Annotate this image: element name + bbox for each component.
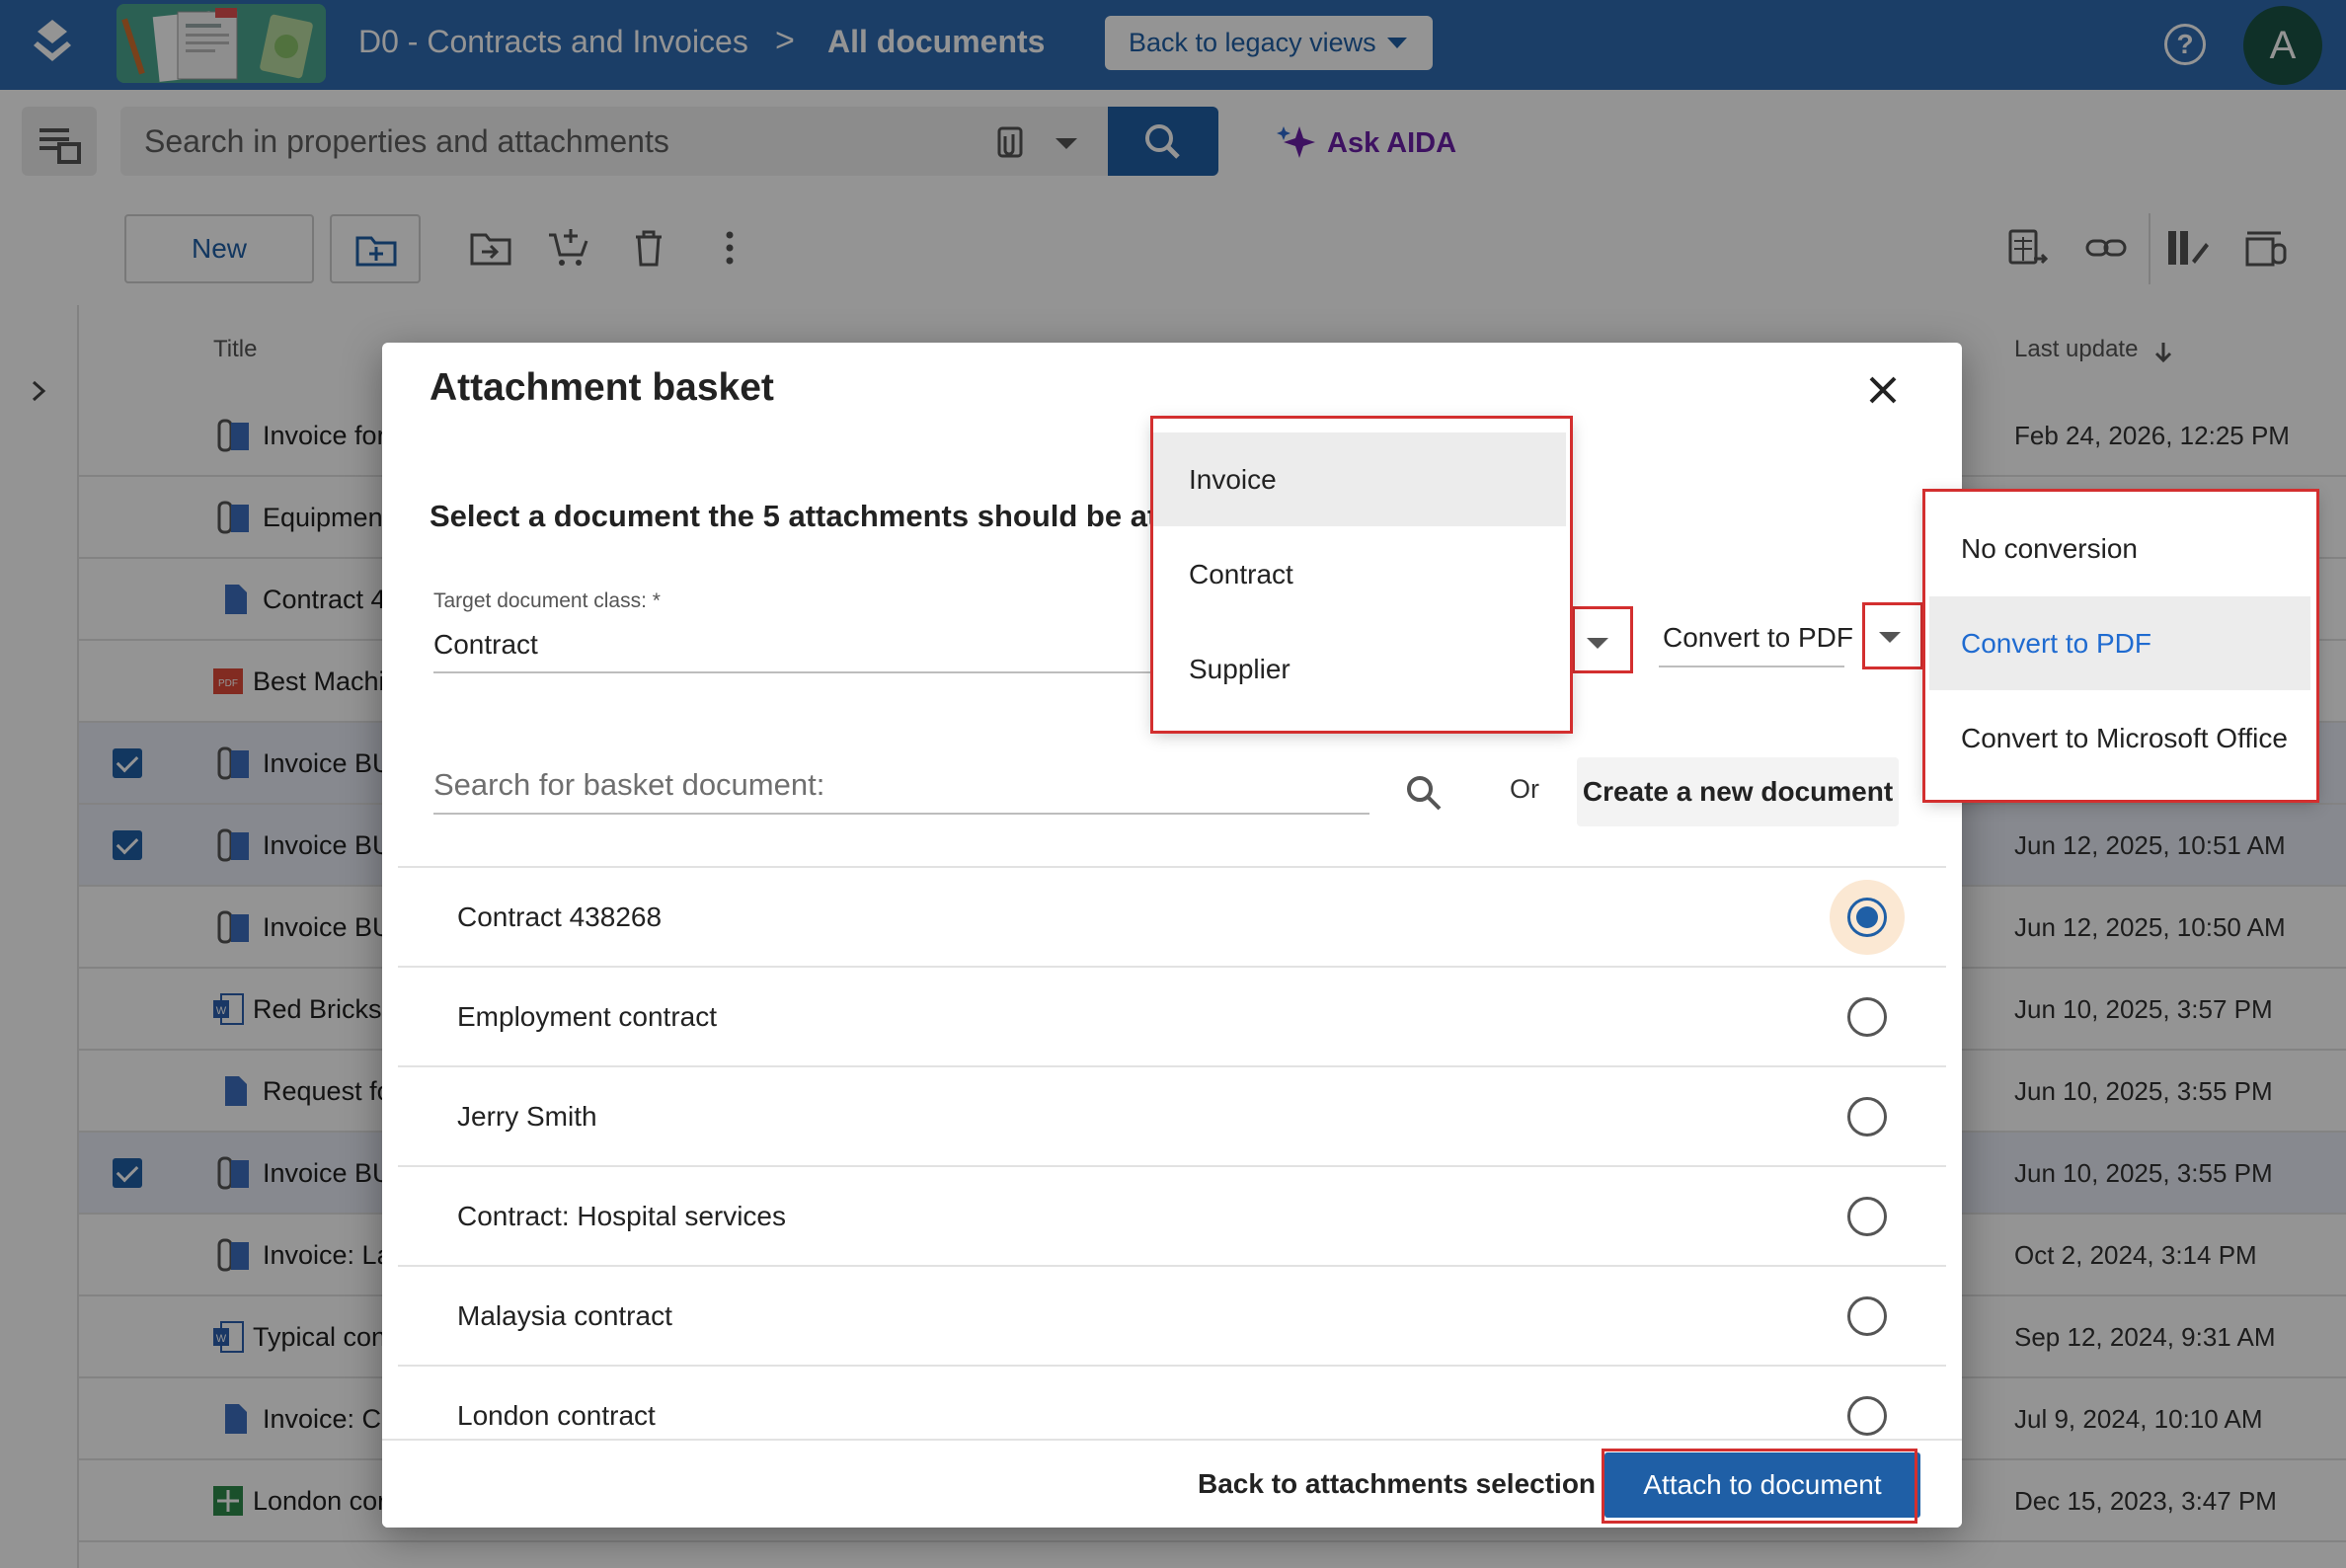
conversion-select[interactable]: Convert to PDF	[1663, 622, 1853, 654]
basket-document-name: London contract	[457, 1400, 656, 1431]
conversion-underline	[1659, 666, 1844, 667]
back-to-attachments-selection-button[interactable]: Back to attachments selection	[1198, 1468, 1596, 1500]
basket-document-item[interactable]: Malaysia contract	[398, 1265, 1946, 1365]
target-class-label: Target document class: *	[433, 589, 661, 612]
radio-button[interactable]	[1847, 1296, 1887, 1336]
or-label: Or	[1510, 774, 1539, 804]
dialog-prompt: Select a document the 5 attachments shou…	[430, 499, 1168, 533]
close-icon[interactable]	[1863, 370, 1903, 410]
target-class-select[interactable]: Contract	[433, 629, 538, 661]
radio-button[interactable]	[1847, 1396, 1887, 1436]
target-class-underline	[433, 671, 1184, 673]
basket-document-item[interactable]: Contract 438268	[398, 866, 1946, 966]
radio-button[interactable]	[1847, 997, 1887, 1037]
basket-search-input[interactable]: Search for basket document:	[433, 767, 824, 803]
basket-document-name: Contract 438268	[457, 902, 663, 932]
basket-document-item[interactable]: Contract: Hospital services	[398, 1165, 1946, 1265]
caret-down-icon[interactable]	[1587, 638, 1608, 649]
create-new-document-button[interactable]: Create a new document	[1577, 757, 1899, 826]
search-icon[interactable]	[1402, 771, 1446, 815]
radio-button[interactable]	[1847, 1097, 1887, 1137]
radio-button[interactable]	[1847, 1197, 1887, 1236]
caret-down-icon[interactable]	[1879, 632, 1901, 643]
basket-document-list: Contract 438268 Employment contract Jerry …	[398, 866, 1946, 1464]
basket-document-name: Employment contract	[457, 1001, 717, 1032]
class-menu-highlight	[1150, 416, 1573, 734]
basket-document-name: Malaysia contract	[457, 1300, 672, 1331]
basket-document-item[interactable]: Jerry Smith	[398, 1065, 1946, 1165]
radio-button[interactable]	[1847, 898, 1887, 937]
basket-document-item[interactable]: Employment contract	[398, 966, 1946, 1065]
basket-search-underline	[433, 813, 1369, 815]
basket-document-name: Jerry Smith	[457, 1101, 597, 1132]
conversion-menu-highlight	[1922, 489, 2319, 803]
attach-button-highlight	[1602, 1449, 1917, 1524]
dialog-title: Attachment basket	[430, 366, 774, 409]
basket-document-name: Contract: Hospital services	[457, 1201, 787, 1231]
